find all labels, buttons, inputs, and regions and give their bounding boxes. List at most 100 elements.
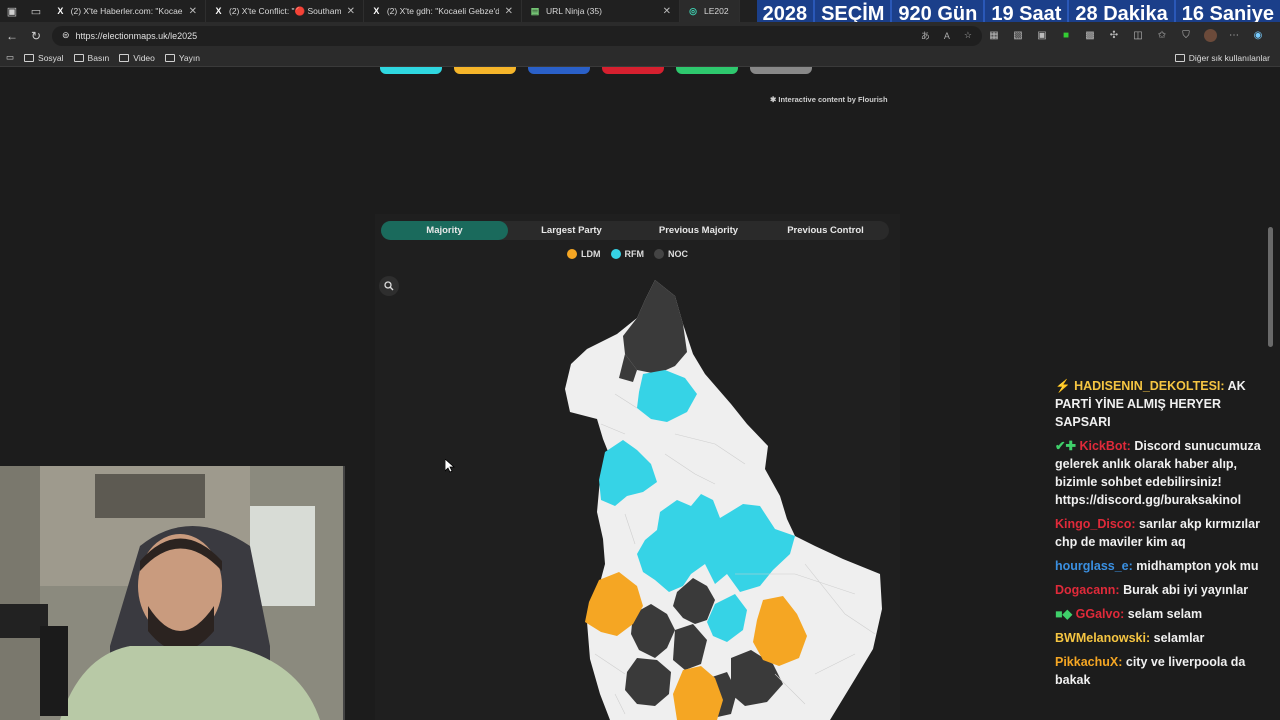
chat-username: hourglass_e:	[1055, 559, 1133, 573]
extension-icon[interactable]: ▣	[1030, 30, 1054, 41]
avatar[interactable]	[1198, 29, 1222, 42]
tab-title: URL Ninja (35)	[546, 6, 602, 16]
chat-username: BWMelanowski:	[1055, 631, 1151, 645]
chat-message: BWMelanowski: selamlar	[1055, 629, 1280, 647]
extension-icon[interactable]: ▩	[1078, 30, 1102, 41]
bookmark-label: Yayın	[178, 52, 200, 63]
chat-badge-icon: ⚡	[1055, 379, 1071, 393]
folder-icon	[119, 53, 130, 62]
tab-actions-icon[interactable]: ▭	[24, 0, 48, 22]
bookmark-label: Diğer sık kullanılanlar	[1188, 52, 1270, 63]
chat-text: midhampton yok mu	[1136, 559, 1259, 573]
split-screen-icon[interactable]: ◫	[1126, 30, 1150, 41]
favorites-icon[interactable]: ✩	[1150, 30, 1174, 41]
extensions-puzzle-icon[interactable]: ✣	[1102, 30, 1126, 41]
party-pill[interactable]	[380, 67, 442, 74]
party-color-pills	[380, 67, 812, 74]
back-icon[interactable]: ←	[0, 22, 24, 49]
other-favorites-folder[interactable]: Diğer sık kullanılanlar	[1174, 52, 1270, 63]
bookmarks-bar: ▭ Sosyal Basın Video Yayın Diğer sık kul…	[0, 49, 1280, 67]
tab-majority[interactable]: Majority	[381, 221, 508, 240]
chat-username: GGalvo:	[1075, 607, 1125, 621]
chat-username: PikkachuX:	[1055, 655, 1123, 669]
england-council-map[interactable]	[375, 274, 900, 720]
chat-badge-icon: ✔✚	[1055, 439, 1076, 453]
chat-text: selam selam	[1127, 607, 1203, 621]
party-pill[interactable]	[454, 67, 516, 74]
stream-chat: ⚡ HADISENIN_DEKOLTESI: AK PARTİ YİNE ALM…	[1055, 377, 1280, 695]
legend-label: NOC	[668, 249, 688, 259]
tab-1[interactable]: X (2) X'te Haberler.com: "Kocaeli Ge ✕	[48, 0, 206, 22]
tab-2[interactable]: X (2) X'te Conflict: "🔴 Southampto ✕	[206, 0, 364, 22]
party-pill[interactable]	[676, 67, 738, 74]
tab-5[interactable]: ◎ LE202	[680, 0, 740, 22]
map-legend: LDM RFM NOC	[567, 249, 688, 259]
chat-message: hourglass_e: midhampton yok mu	[1055, 557, 1280, 575]
extension-icon[interactable]: ▦	[982, 30, 1006, 41]
x-logo-icon: X	[373, 6, 380, 16]
tab-3[interactable]: X (2) X'te gdh: "Kocaeli Gebze'de bi ✕	[364, 0, 522, 22]
x-logo-icon: X	[215, 6, 222, 16]
close-tab-icon[interactable]: ✕	[505, 6, 513, 17]
tab-4[interactable]: ▤ URL Ninja (35) ✕	[522, 0, 680, 22]
legend-item[interactable]: LDM	[567, 249, 601, 259]
legend-label: RFM	[624, 249, 645, 259]
folder-icon	[73, 53, 84, 62]
tab-title: (2) X'te Conflict: "🔴 Southampto	[228, 5, 341, 16]
legend-item[interactable]: NOC	[654, 249, 688, 259]
collections-icon[interactable]: ▭	[6, 52, 14, 63]
party-pill[interactable]	[602, 67, 664, 74]
copilot-icon[interactable]: ◉	[1246, 30, 1270, 41]
chat-message: ■◆ GGalvo: selam selam	[1055, 605, 1280, 623]
bookmark-folder[interactable]: Sosyal	[24, 53, 64, 63]
extension-icon[interactable]: ■	[1054, 30, 1078, 41]
bookmark-label: Sosyal	[38, 52, 64, 63]
page-scrollbar[interactable]	[1268, 227, 1273, 347]
bookmark-folder[interactable]: Basın	[73, 53, 109, 63]
tab-title: LE202	[704, 6, 729, 16]
x-logo-icon: X	[57, 6, 64, 16]
url-text: https://electionmaps.uk/le2025	[75, 30, 198, 41]
chat-message: ⚡ HADISENIN_DEKOLTESI: AK PARTİ YİNE ALM…	[1055, 377, 1280, 431]
page-icon: ▤	[530, 5, 540, 16]
folder-icon	[164, 53, 175, 62]
site-info-icon[interactable]: ⊜	[62, 30, 70, 41]
url-field[interactable]: ⊜ https://electionmaps.uk/le2025 あ A ☆	[52, 25, 982, 46]
chat-message: PikkachuX: city ve liverpoola da bakak	[1055, 653, 1280, 689]
browser-menu-icon[interactable]: ▣	[0, 0, 24, 22]
chat-message: Dogacann: Burak abi iyi yayınlar	[1055, 581, 1280, 599]
close-tab-icon[interactable]: ✕	[189, 6, 197, 17]
shield-icon[interactable]: ⛉	[1174, 30, 1198, 41]
legend-dot	[654, 249, 664, 259]
legend-dot	[610, 249, 621, 259]
chat-username: Dogacann:	[1055, 583, 1120, 597]
tab-previous-majority[interactable]: Previous Majority	[635, 221, 762, 240]
tab-previous-control[interactable]: Previous Control	[762, 221, 889, 240]
bookmark-folder[interactable]: Yayın	[164, 52, 200, 63]
legend-label: LDM	[581, 249, 601, 259]
translate-icon[interactable]: あ	[921, 29, 930, 42]
chat-username: KickBot:	[1079, 439, 1131, 453]
map-region[interactable]	[623, 280, 687, 374]
more-menu-icon[interactable]: ⋯	[1222, 30, 1246, 41]
legend-dot	[567, 249, 577, 259]
tab-largest-party[interactable]: Largest Party	[508, 221, 635, 240]
star-icon[interactable]: ☆	[964, 30, 972, 41]
flourish-credit-link[interactable]: ✱ Interactive content by Flourish	[770, 95, 888, 104]
tab-title: (2) X'te gdh: "Kocaeli Gebze'de bi	[386, 6, 499, 16]
party-pill[interactable]	[528, 67, 590, 74]
chat-username: HADISENIN_DEKOLTESI:	[1074, 379, 1225, 393]
close-tab-icon[interactable]: ✕	[347, 6, 355, 17]
legend-item[interactable]: RFM	[610, 249, 645, 259]
globe-icon: ◎	[689, 5, 697, 16]
bookmark-folder[interactable]: Video	[119, 53, 155, 63]
folder-icon	[1174, 53, 1185, 62]
flourish-credit-text: Interactive content by Flourish	[778, 95, 888, 104]
refresh-icon[interactable]: ↻	[24, 22, 48, 49]
read-aloud-icon[interactable]: A	[944, 31, 950, 41]
extension-icon[interactable]: ▧	[1006, 30, 1030, 41]
close-tab-icon[interactable]: ✕	[663, 6, 671, 17]
tab-title: (2) X'te Haberler.com: "Kocaeli Ge	[70, 6, 183, 16]
party-pill[interactable]	[750, 67, 812, 74]
chat-text: Burak abi iyi yayınlar	[1123, 583, 1249, 597]
